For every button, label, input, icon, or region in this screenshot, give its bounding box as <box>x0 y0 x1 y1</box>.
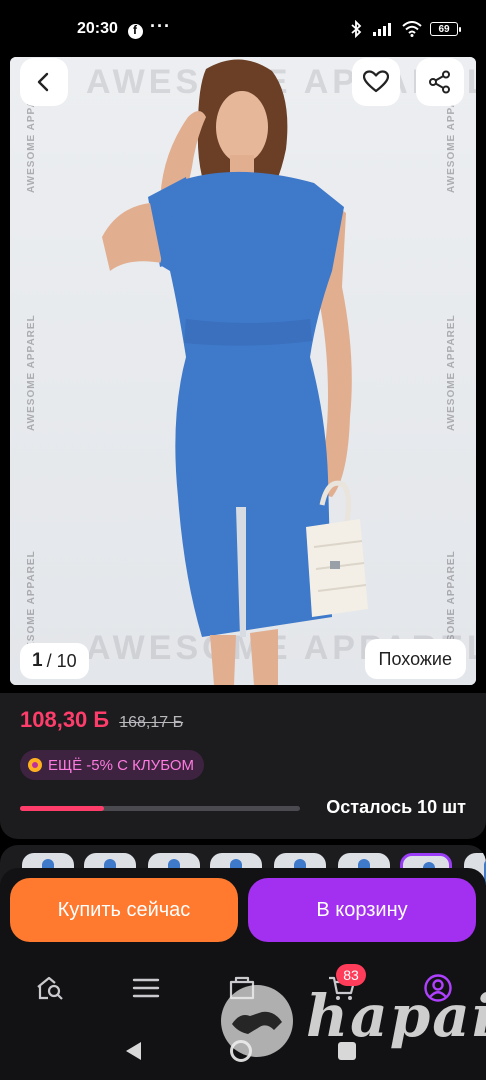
hapai-watermark-logo-icon <box>221 985 293 1057</box>
price-card: 108,30 Ƃ 168,17 Ƃ ЕЩЁ -5% С КЛУБОМ Остал… <box>0 693 486 839</box>
current-image-number: 1 <box>32 650 43 671</box>
catalog-menu-icon <box>132 978 160 998</box>
club-coin-icon <box>28 758 42 772</box>
old-price: 168,17 Ƃ <box>119 714 184 731</box>
stock-progress-bar <box>20 806 300 811</box>
status-time: 20:30 <box>77 20 118 37</box>
nav-catalog[interactable] <box>130 972 162 1004</box>
signal-icon <box>373 23 391 36</box>
stock-remaining-text: Осталось 10 шт <box>326 797 466 817</box>
bluetooth-icon <box>351 20 362 38</box>
wifi-icon <box>402 21 422 37</box>
price-row: 108,30 Ƃ 168,17 Ƃ <box>20 707 183 733</box>
status-bar: 20:30 ··· 69 <box>0 0 486 48</box>
add-to-favorites-button[interactable] <box>352 58 400 106</box>
buy-now-button[interactable]: Купить сейчас <box>10 878 238 942</box>
product-image-gallery[interactable]: AWESOME APPAREL AWESOME APPAREL AWESOME … <box>10 57 476 685</box>
share-icon <box>429 70 450 94</box>
stock-progress-fill <box>20 806 104 811</box>
chevron-left-icon <box>37 72 49 92</box>
facebook-notification-icon <box>128 23 143 39</box>
purchase-action-bar: Купить сейчас В корзину <box>0 868 486 954</box>
club-discount-label: ЕЩЁ -5% С КЛУБОМ <box>48 756 195 774</box>
heart-icon <box>363 70 389 93</box>
home-search-icon <box>37 976 63 1000</box>
system-back-icon[interactable] <box>126 1042 141 1060</box>
product-photo-model-in-blue-dress <box>102 59 368 685</box>
nav-home-search[interactable] <box>34 972 66 1004</box>
hapai-watermark-text: hapai <box>306 982 486 1050</box>
image-page-counter: 1 / 10 <box>20 643 89 679</box>
current-price: 108,30 Ƃ <box>20 707 110 732</box>
share-button[interactable] <box>416 58 464 106</box>
more-notifications-indicator: ··· <box>150 16 171 36</box>
status-icons: 69 <box>348 20 461 38</box>
similar-items-button[interactable]: Похожие <box>364 639 466 679</box>
club-discount-badge[interactable]: ЕЩЁ -5% С КЛУБОМ <box>20 750 205 780</box>
battery-indicator: 69 <box>430 22 461 36</box>
back-button[interactable] <box>20 58 68 106</box>
total-images: / 10 <box>46 650 77 671</box>
add-to-cart-button[interactable]: В корзину <box>248 878 476 942</box>
